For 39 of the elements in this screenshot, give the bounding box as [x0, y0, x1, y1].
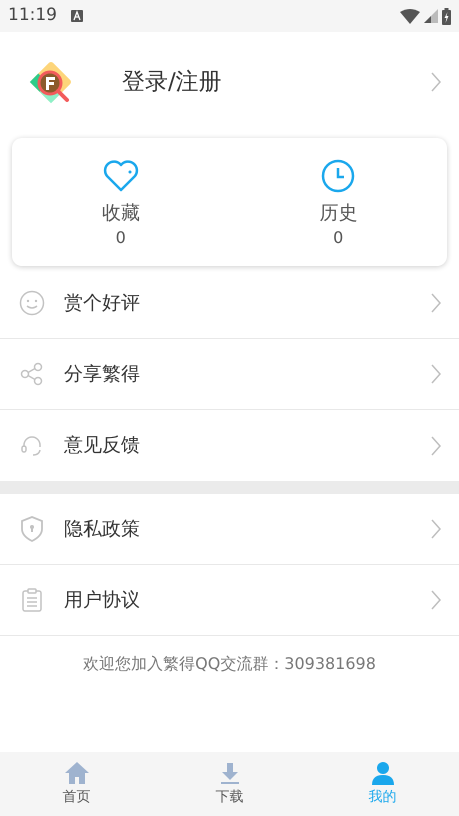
chevron-right-icon	[431, 72, 441, 92]
chevron-right-icon	[431, 436, 441, 456]
menu-label: 赏个好评	[64, 290, 140, 316]
chevron-right-icon	[431, 293, 441, 313]
clipboard-icon	[22, 588, 42, 612]
smiley-icon	[19, 290, 45, 316]
clock-icon	[321, 159, 356, 193]
share-icon	[20, 362, 44, 386]
stat-label[interactable]: 历史	[319, 200, 358, 226]
footer-text: 欢迎您加入繁得QQ交流群：309381698	[82, 653, 377, 675]
headset-icon	[20, 434, 44, 458]
menu-label: 用户协议	[64, 588, 140, 613]
keyboard-icon	[71, 10, 83, 22]
nav-tab[interactable]: 首页	[0, 752, 153, 816]
menu-row[interactable]: 用户协议	[0, 565, 459, 636]
stat-count: 0	[116, 227, 126, 249]
chevron-right-icon	[431, 364, 441, 384]
home-icon	[64, 760, 90, 784]
menu-label: 分享繁得	[64, 362, 140, 387]
shield-icon	[21, 516, 43, 542]
stat-label[interactable]: 收藏	[102, 200, 140, 226]
stat-count: 0	[333, 227, 344, 249]
chevron-right-icon	[431, 590, 441, 610]
signal-icon	[424, 9, 438, 23]
login-row[interactable]: 登录/注册	[0, 32, 459, 132]
nav-tab[interactable]: 下载	[153, 752, 306, 816]
wifi-icon	[400, 8, 420, 24]
chevron-right-icon	[431, 519, 441, 539]
menu-label: 意见反馈	[64, 433, 140, 458]
menu-label: 隐私政策	[64, 516, 140, 542]
login-label: 登录/注册	[122, 68, 222, 97]
menu-row[interactable]: 赏个好评	[0, 268, 459, 339]
battery-icon	[442, 8, 451, 24]
status-time: 11:19	[8, 4, 57, 28]
menu-row[interactable]: 意见反馈	[0, 410, 459, 481]
menu-row[interactable]: 隐私政策	[0, 494, 459, 565]
heart-icon	[102, 160, 139, 192]
menu-row[interactable]: 分享繁得	[0, 339, 459, 410]
user-icon	[370, 760, 394, 784]
